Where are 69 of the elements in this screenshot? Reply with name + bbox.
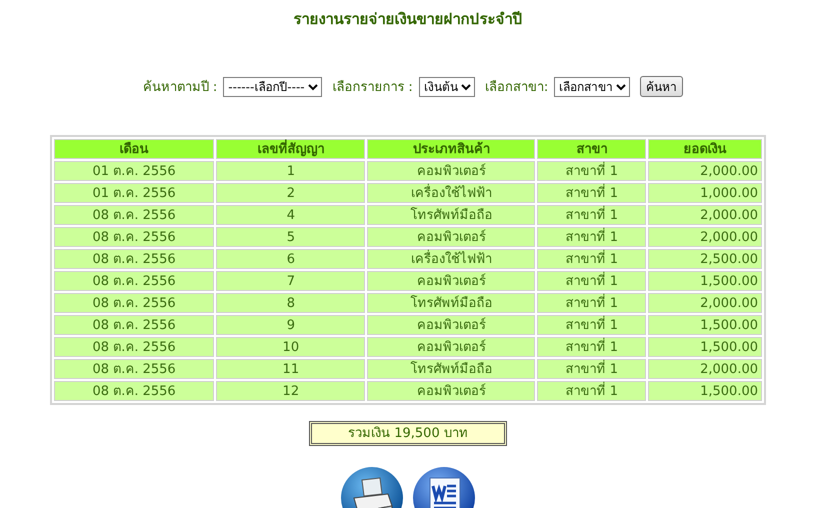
table-cell: คอมพิวเตอร์ [367,227,536,247]
table-cell: เครื่องใช้ไฟฟ้า [367,249,536,269]
table-cell: สาขาที่ 1 [537,161,646,181]
table-cell: 2,000.00 [648,293,762,313]
table-cell: 08 ต.ค. 2556 [54,227,214,247]
report-title: รายงานรายจ่ายเงินขายฝากประจำปี [292,9,524,29]
table-cell: โทรศัพท์มือถือ [367,205,536,225]
table-cell: สาขาที่ 1 [537,227,646,247]
table-cell: 1,500.00 [648,381,762,401]
table-cell: 2,000.00 [648,205,762,225]
table-cell: สาขาที่ 1 [537,337,646,357]
dropdown-select[interactable]: เลือกสาขา [554,76,630,96]
column-header: เดือน [54,139,214,159]
table-cell: คอมพิวเตอร์ [367,271,536,291]
table-cell: 2 [216,183,366,203]
table-cell: 08 ต.ค. 2556 [54,337,214,357]
table-cell: 08 ต.ค. 2556 [54,359,214,379]
table-cell: สาขาที่ 1 [537,183,646,203]
table-cell: สาขาที่ 1 [537,293,646,313]
table-cell: 2,000.00 [648,161,762,181]
table-cell: 12 [216,381,366,401]
column-header: สาขา [537,139,646,159]
table-cell: 1,500.00 [648,315,762,335]
filter-label: เลือกสาขา: [484,79,548,97]
table-cell: 08 ต.ค. 2556 [54,293,214,313]
table-cell: 5 [216,227,366,247]
table-cell: สาขาที่ 1 [537,249,646,269]
search-button[interactable]: ค้นหา [640,76,684,97]
column-header: เลขที่สัญญา [216,139,366,159]
table-cell: สาขาที่ 1 [537,271,646,291]
table-cell: 1,500.00 [648,337,762,357]
table-cell: 01 ต.ค. 2556 [54,161,214,181]
total-amount: รวมเงิน 19,500 บาท [309,421,507,446]
table-cell: สาขาที่ 1 [537,315,646,335]
table-cell: 1,500.00 [648,271,762,291]
table-cell: 9 [216,315,366,335]
table-cell: 2,500.00 [648,249,762,269]
table-cell: 6 [216,249,366,269]
table-cell: คอมพิวเตอร์ [367,161,536,181]
table-cell: โทรศัพท์มือถือ [367,359,536,379]
column-header: ประเภทสินค้า [367,139,536,159]
table-cell: 08 ต.ค. 2556 [54,381,214,401]
table-cell: 10 [216,337,366,357]
table-cell: 08 ต.ค. 2556 [54,205,214,225]
table-cell: 11 [216,359,366,379]
column-header: ยอดเงิน [648,139,762,159]
filter-label: ค้นหาตามปี : [142,78,218,97]
table-cell: 1,000.00 [648,183,762,203]
filter-label: เลือกรายการ : [332,79,413,97]
dropdown-select[interactable]: เงินต้น [418,76,475,96]
table-cell: เครื่องใช้ไฟฟ้า [367,183,536,203]
table-cell: 8 [216,293,366,313]
table-cell: 2,000.00 [648,359,762,379]
table-cell: 08 ต.ค. 2556 [54,315,214,335]
table-cell: คอมพิวเตอร์ [367,315,536,335]
table-cell: โทรศัพท์มือถือ [367,293,536,313]
table-cell: 1 [216,161,366,181]
table-cell: สาขาที่ 1 [537,381,646,401]
table-cell: 01 ต.ค. 2556 [54,183,214,203]
dropdown-select[interactable]: ------เลือกปี---- [223,76,322,96]
table-cell: สาขาที่ 1 [537,205,646,225]
table-cell: 2,000.00 [648,227,762,247]
table-cell: คอมพิวเตอร์ [367,381,536,401]
table-cell: สาขาที่ 1 [537,359,646,379]
table-cell: 08 ต.ค. 2556 [54,271,214,291]
table-cell: 4 [216,205,366,225]
table-cell: คอมพิวเตอร์ [367,337,536,357]
table-cell: 08 ต.ค. 2556 [54,249,214,269]
table-cell: 7 [216,271,366,291]
